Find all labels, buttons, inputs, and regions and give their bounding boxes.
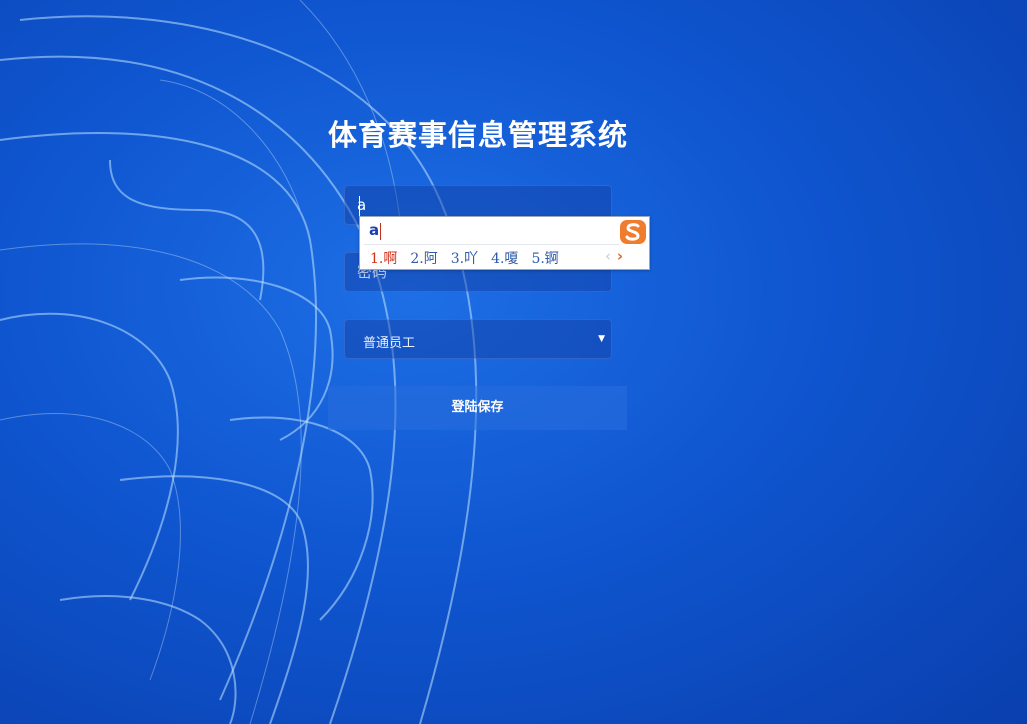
sogou-logo-icon	[620, 220, 646, 244]
role-select-value: 普通员工	[363, 336, 416, 351]
ime-composition: a	[369, 221, 380, 239]
caret-down-icon: ▼	[598, 334, 605, 344]
ime-next-page-icon[interactable]: ›	[617, 247, 623, 265]
ime-divider	[364, 244, 619, 245]
ime-candidate[interactable]: 3.吖	[451, 251, 478, 267]
background-network-graphic	[0, 0, 478, 724]
ime-candidate-window: a 1.啊 2.阿 3.吖 4.嗄 5.锕 ‹ ›	[359, 216, 650, 270]
background	[0, 0, 1027, 724]
page-title: 体育赛事信息管理系统	[327, 118, 628, 152]
text-cursor	[359, 196, 360, 216]
ime-prev-page-icon[interactable]: ‹	[605, 247, 611, 265]
role-select[interactable]: 普通员工 ▼	[344, 319, 612, 359]
ime-caret	[380, 223, 381, 240]
ime-candidate[interactable]: 4.嗄	[491, 251, 518, 267]
ime-candidate[interactable]: 2.阿	[410, 251, 437, 267]
ime-candidate-list: 1.啊 2.阿 3.吖 4.嗄 5.锕	[370, 248, 572, 268]
login-button[interactable]: 登陆保存	[328, 386, 627, 430]
ime-candidate[interactable]: 1.啊	[370, 251, 397, 267]
ime-candidate[interactable]: 5.锕	[531, 251, 558, 267]
